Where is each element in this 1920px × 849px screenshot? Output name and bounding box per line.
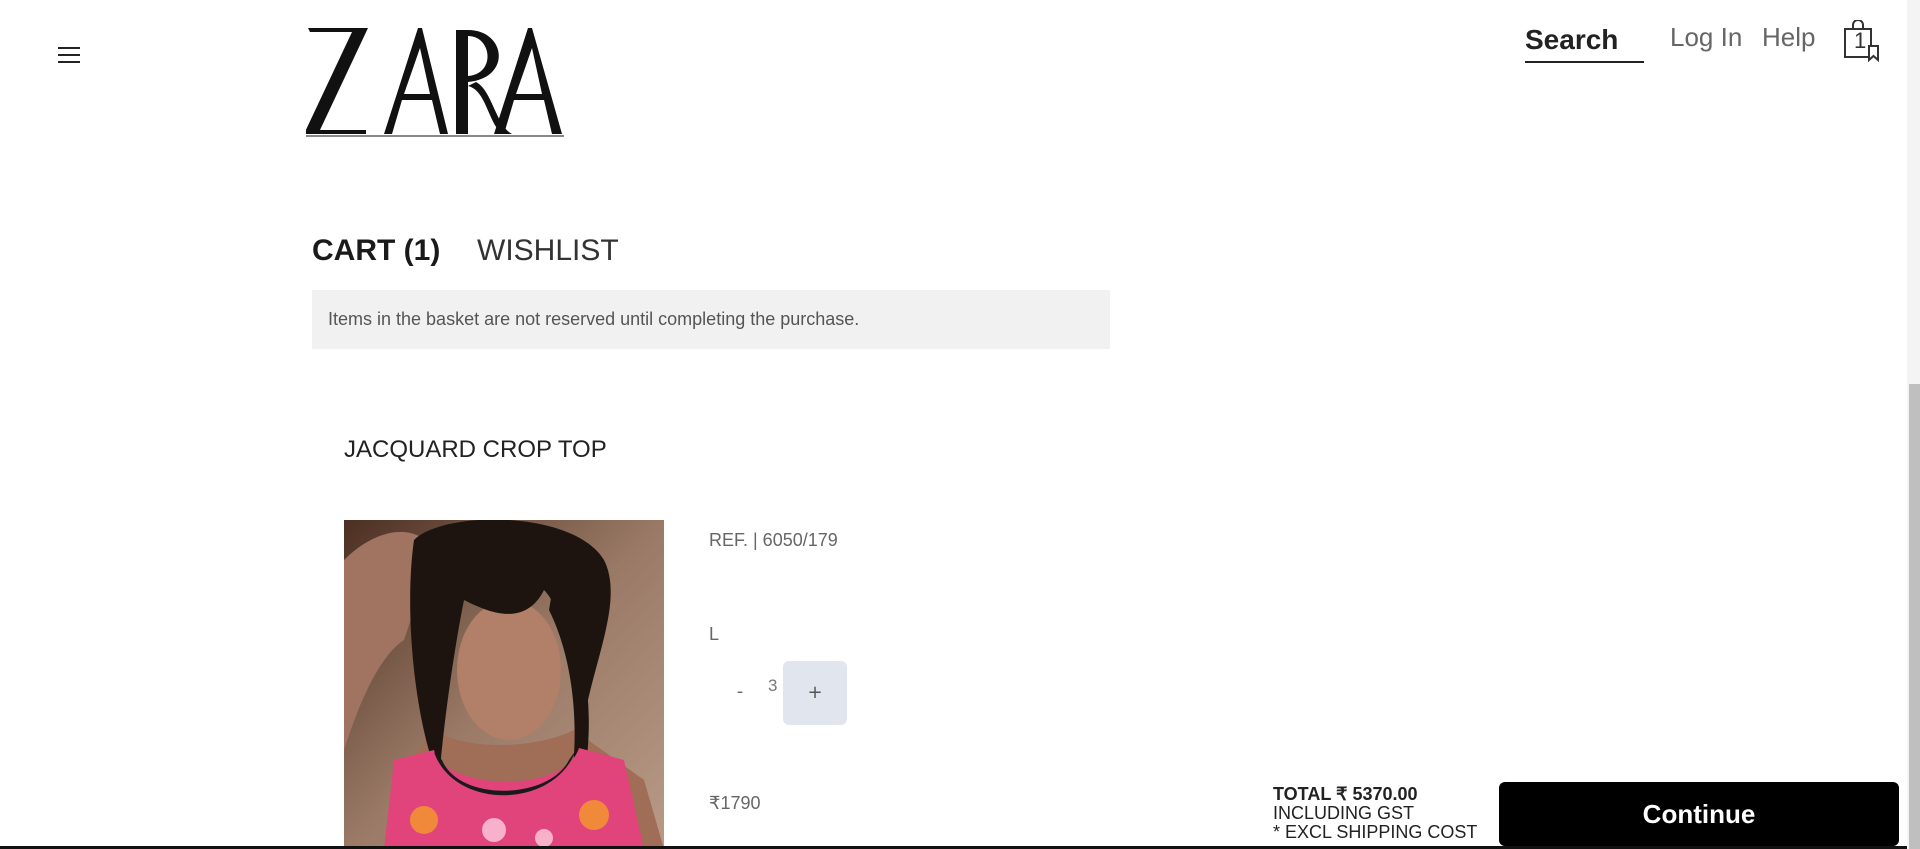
search-input[interactable]: Search xyxy=(1525,24,1644,63)
product-price: ₹1790 xyxy=(709,793,761,813)
product-image[interactable] xyxy=(344,520,664,849)
shopping-bag-button[interactable]: 1 xyxy=(1842,20,1882,62)
order-total: TOTAL ₹ 5370.00 xyxy=(1273,784,1418,804)
product-size: L xyxy=(709,624,720,644)
hamburger-menu-icon[interactable] xyxy=(58,47,82,65)
tab-cart[interactable]: CART (1) xyxy=(312,234,440,268)
product-name[interactable]: JACQUARD CROP TOP xyxy=(344,436,607,464)
continue-button[interactable]: Continue xyxy=(1499,782,1899,846)
reservation-notice: Items in the basket are not reserved unt… xyxy=(312,290,1110,349)
bag-count: 1 xyxy=(1854,28,1867,53)
quantity-increase-button[interactable]: + xyxy=(783,661,847,725)
page: Search Log In Help 1 CART (1) WISHLIST I… xyxy=(0,0,1920,849)
help-link[interactable]: Help xyxy=(1762,22,1815,53)
quantity-decrease-button[interactable]: - xyxy=(722,672,758,712)
gst-note: INCLUDING GST xyxy=(1273,803,1415,823)
shipping-note: * EXCL SHIPPING COST xyxy=(1273,822,1478,842)
zara-logo[interactable] xyxy=(306,26,566,138)
order-summary: TOTAL ₹ 5370.00 INCLUDING GST * EXCL SHI… xyxy=(1273,785,1477,842)
product-photo xyxy=(344,520,664,849)
tab-wishlist[interactable]: WISHLIST xyxy=(477,234,619,268)
login-link[interactable]: Log In xyxy=(1670,22,1742,53)
quantity-value: 3 xyxy=(768,676,778,695)
scrollbar-thumb[interactable] xyxy=(1909,384,1920,849)
product-reference: REF. | 6050/179 xyxy=(709,530,838,550)
